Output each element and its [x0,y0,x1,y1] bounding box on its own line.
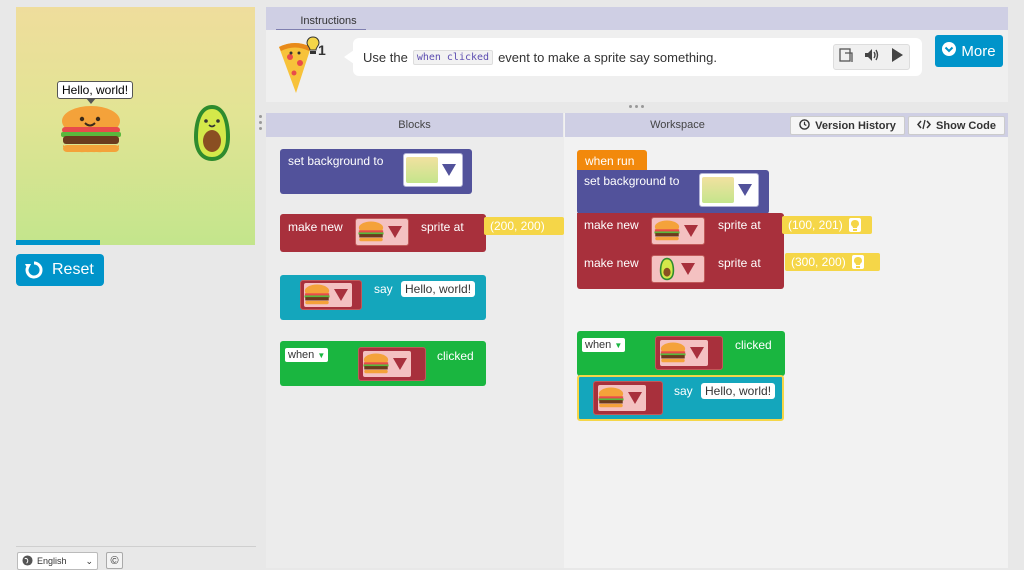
sprite-dropdown[interactable] [593,381,663,415]
game-stage[interactable]: Hello, world! [16,7,255,245]
audio-controls [833,44,910,70]
lightbulb-icon[interactable] [848,218,861,232]
footer-divider [16,546,256,547]
say-text-input[interactable]: Hello, world! [401,281,476,297]
background-dropdown[interactable] [699,173,759,207]
block-label: sprite at [718,218,761,232]
when-run-block[interactable]: when run [577,150,647,172]
version-history-label: Version History [815,119,896,132]
show-code-button[interactable]: Show Code [908,116,1005,135]
say-text-input[interactable]: Hello, world! [701,383,776,399]
toolbox-say-block[interactable]: say Hello, world! [280,275,486,320]
sprite-dropdown[interactable] [651,255,705,283]
burger-icon [363,353,389,374]
block-label: say [374,282,393,296]
avocado-sprite[interactable] [190,103,234,163]
background-dropdown[interactable] [403,153,463,187]
translate-icon[interactable] [839,47,855,68]
burger-icon [660,342,686,363]
chevron-down-icon: ⌄ [85,555,93,566]
show-code-label: Show Code [936,119,996,132]
hint-count: 1 [318,42,326,58]
coordinate-input[interactable]: (300, 200) [785,253,880,271]
coordinate-value: (100, 201) [788,218,843,232]
block-label: set background to [584,174,680,188]
tab-instructions[interactable]: Instructions [290,11,367,30]
block-label: sprite at [421,220,464,234]
sprite-dropdown[interactable] [355,218,409,246]
copyright-button[interactable]: © [106,552,123,569]
block-label: set background to [288,154,384,168]
reset-icon [24,260,44,280]
burger-icon [654,220,680,241]
reset-button[interactable]: Reset [16,254,104,286]
sprite-dropdown[interactable] [358,347,426,381]
workspace-title: Workspace [650,119,705,131]
version-history-button[interactable]: Version History [790,116,905,135]
burger-sprite[interactable] [60,105,122,157]
block-label: sprite at [718,256,761,270]
sprite-dropdown[interactable] [300,280,362,310]
coordinate-value: (300, 200) [791,255,846,269]
toolbox-set-background-block[interactable]: set background to [280,149,472,194]
block-label: when run [585,154,635,168]
block-label: say [674,384,693,398]
more-button[interactable]: More [935,35,1003,67]
speaker-icon[interactable] [864,47,880,68]
avocado-icon [659,257,675,281]
sprite-dropdown[interactable] [651,217,705,245]
toolbox-header: Blocks [266,113,563,137]
instruction-text-after: event to make a sprite say something. [498,49,718,65]
globe-icon [22,554,33,568]
block-label: make new [584,256,639,270]
workspace-say-block[interactable]: say Hello, world! [577,375,784,421]
column-resize-handle[interactable] [259,115,263,135]
speech-bubble: Hello, world! [57,81,134,104]
chevron-circle-down-icon [942,42,957,60]
code-icon [917,119,932,133]
workspace-make-new-block-2[interactable]: make new sprite at [577,250,784,289]
language-label: English [37,556,67,566]
block-label: clicked [437,349,474,363]
when-dropdown[interactable]: when ▼ [285,348,329,362]
toolbox-make-new-block[interactable]: make new sprite at [280,214,486,252]
language-select[interactable]: English ⌄ [17,552,98,570]
block-label: make new [584,218,639,232]
sprite-dropdown[interactable] [655,336,723,370]
toolbox-when-clicked-block[interactable]: when ▼ clicked [280,341,486,386]
block-label: clicked [735,338,772,352]
coordinate-value: (200, 200) [490,219,545,233]
coordinate-input[interactable]: (100, 201) [782,216,872,234]
coordinate-input[interactable]: (200, 200) [484,217,564,235]
clock-icon [799,118,810,133]
code-word: when clicked [412,49,494,65]
row-resize-handle[interactable] [629,105,644,108]
workspace-set-background-block[interactable]: set background to [577,170,769,214]
workspace-when-clicked-block[interactable]: when ▼ clicked [577,331,785,376]
workspace-make-new-block-1[interactable]: make new sprite at [577,213,784,251]
burger-icon [358,221,384,242]
when-dropdown[interactable]: when ▼ [582,338,626,352]
play-icon[interactable] [890,47,904,68]
progress-bar [16,240,100,245]
block-label: make new [288,220,343,234]
burger-icon [598,387,624,408]
more-label: More [961,42,996,60]
burger-icon [304,284,330,305]
lightbulb-icon[interactable] [851,255,864,269]
reset-label: Reset [52,261,94,278]
instruction-text-before: Use the [363,49,408,65]
instructions-header [266,7,1008,30]
